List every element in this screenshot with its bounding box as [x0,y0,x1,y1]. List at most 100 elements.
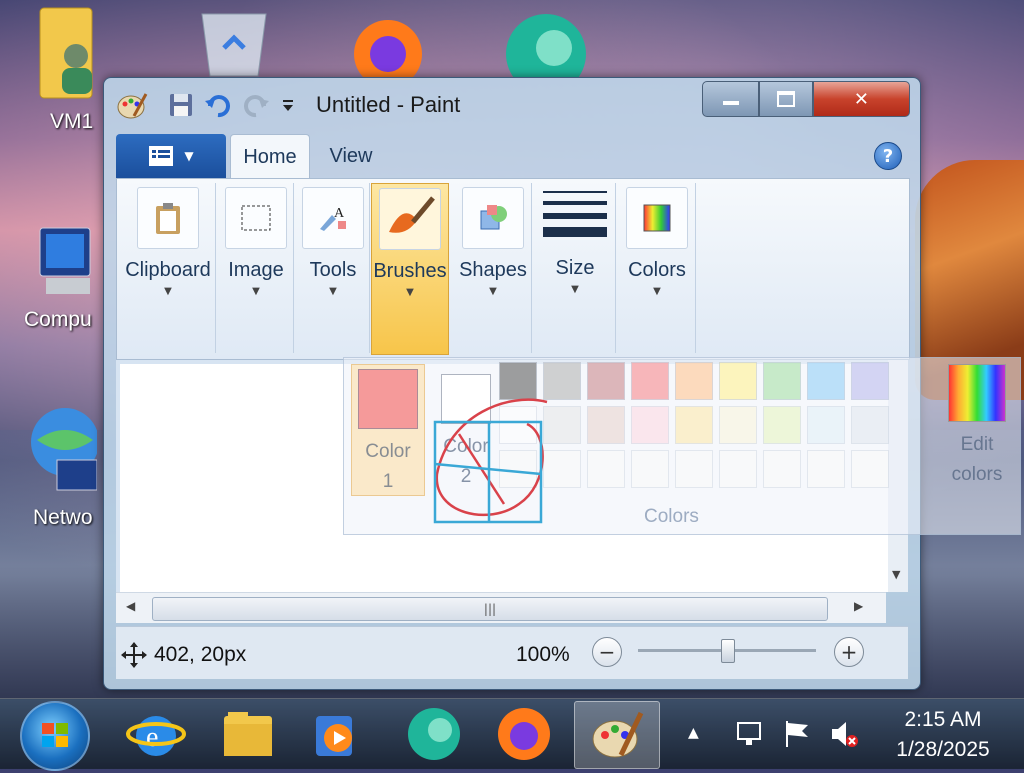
scroll-left-arrow-icon[interactable]: ◀ [126,599,135,613]
svg-text:e: e [146,722,158,753]
chevron-down-icon: ▼ [571,284,579,295]
group-colors[interactable]: Colors ▼ [619,183,696,353]
minus-icon: − [598,640,616,664]
group-label: Image [228,259,284,281]
color-palette-icon [626,187,688,249]
firefox-desktop-icon[interactable] [344,10,434,80]
palette-color-swatch[interactable] [587,406,625,444]
desktop-icon-vm1[interactable]: VM1 [30,4,100,133]
taskbar-media-player[interactable] [292,701,376,767]
taskbar-internet-explorer[interactable]: e [114,701,198,767]
save-icon[interactable] [168,92,194,118]
menu-icon [149,146,174,166]
palette-color-swatch[interactable] [587,362,625,400]
minimize-button[interactable] [702,81,760,117]
zoom-out-button[interactable]: − [592,637,622,667]
edit-colors-label: Edit colors [951,434,1003,485]
desktop-icon-network[interactable]: Netwo [0,400,103,529]
volume-muted-icon[interactable] [828,719,862,749]
palette-color-swatch[interactable] [675,362,713,400]
horizontal-scrollbar[interactable]: ◀ ||| ▶ [116,592,886,623]
taskbar-edge[interactable] [392,701,476,767]
windows-logo-icon [42,723,68,747]
recycle-bin-icon[interactable] [196,8,272,78]
maximize-button[interactable] [759,81,813,117]
palette-color-swatch[interactable] [807,406,845,444]
customize-quick-access-icon[interactable] [280,92,296,118]
tab-view[interactable]: View [316,134,386,178]
action-center-flag-icon[interactable] [780,719,814,749]
palette-color-swatch[interactable] [675,406,713,444]
chevron-down-icon: ▼ [329,286,337,297]
close-button[interactable]: ✕ [812,81,910,117]
scroll-down-arrow-icon[interactable]: ▼ [892,568,900,581]
title-bar[interactable]: Untitled - Paint ✕ [104,78,920,130]
group-tools[interactable]: A Tools ▼ [297,183,370,353]
tab-home[interactable]: Home [230,134,310,179]
clock-time: 2:15 AM [904,708,982,731]
palette-color-swatch[interactable] [675,450,713,488]
palette-color-swatch[interactable] [763,362,801,400]
chevron-down-icon: ▼ [164,286,172,297]
show-hidden-icons-icon[interactable]: ▲ [688,725,699,741]
folder-icon [224,712,272,756]
palette-color-swatch[interactable] [587,450,625,488]
minimize-icon [722,101,739,105]
paint-menu-button[interactable]: ▼ [116,134,226,178]
palette-color-swatch[interactable] [851,362,889,400]
zoom-in-button[interactable]: + [834,637,864,667]
color1-selector[interactable]: Color 1 [351,364,425,496]
desktop-icon-computer[interactable]: Compu [0,222,103,331]
help-icon[interactable]: ? [874,142,902,170]
paint-icon [592,711,644,758]
move-cursor-icon [121,642,147,668]
group-label: Size [555,257,595,279]
palette-color-swatch[interactable] [763,406,801,444]
drawn-scribble [433,398,548,524]
close-icon: ✕ [853,88,870,110]
group-brushes[interactable]: Brushes ▼ [371,183,449,355]
palette-color-swatch[interactable] [631,362,669,400]
group-size[interactable]: Size ▼ [535,183,616,353]
group-label: Colors [628,259,686,281]
group-shapes[interactable]: Shapes ▼ [455,183,532,353]
palette-color-swatch[interactable] [719,362,757,400]
group-clipboard[interactable]: Clipboard ▼ [121,183,216,353]
palette-color-swatch[interactable] [807,450,845,488]
redo-icon[interactable] [244,92,270,118]
zoom-slider[interactable] [638,639,816,663]
taskbar-file-explorer[interactable] [206,701,290,767]
edit-colors-button[interactable]: Edit colors [942,362,1012,492]
network-tray-icon[interactable] [732,719,766,749]
system-clock[interactable]: 2:15 AM 1/28/2025 [878,705,1008,765]
group-image[interactable]: Image ▼ [219,183,294,353]
chevron-down-icon: ▼ [406,287,414,298]
edge-icon [408,708,460,760]
palette-color-swatch[interactable] [807,362,845,400]
firefox-icon [498,708,550,760]
palette-color-swatch[interactable] [851,450,889,488]
taskbar-firefox[interactable] [482,701,566,767]
svg-text:A: A [334,206,345,221]
palette-color-swatch[interactable] [631,406,669,444]
desktop-icon-label: VM1 [50,110,94,133]
color1-label: Color 1 [365,441,411,492]
edge-desktop-icon[interactable] [496,8,596,78]
palette-color-swatch[interactable] [719,406,757,444]
scrollbar-thumb[interactable]: ||| [152,597,828,621]
palette-color-swatch[interactable] [763,450,801,488]
undo-icon[interactable] [204,92,230,118]
desktop-icon-label: Compu [24,308,92,331]
maximize-icon [777,91,796,107]
palette-color-swatch[interactable] [851,406,889,444]
start-button[interactable] [20,701,90,771]
tools-icon: A [302,187,364,249]
chevron-down-icon: ▼ [184,149,194,163]
window-title: Untitled - Paint [316,92,461,117]
palette-color-swatch[interactable] [631,450,669,488]
scroll-right-arrow-icon[interactable]: ▶ [854,599,863,613]
palette-color-swatch[interactable] [719,450,757,488]
paint-app-icon[interactable] [116,90,148,120]
taskbar-paint[interactable] [574,701,660,769]
zoom-slider-thumb[interactable] [721,639,735,663]
